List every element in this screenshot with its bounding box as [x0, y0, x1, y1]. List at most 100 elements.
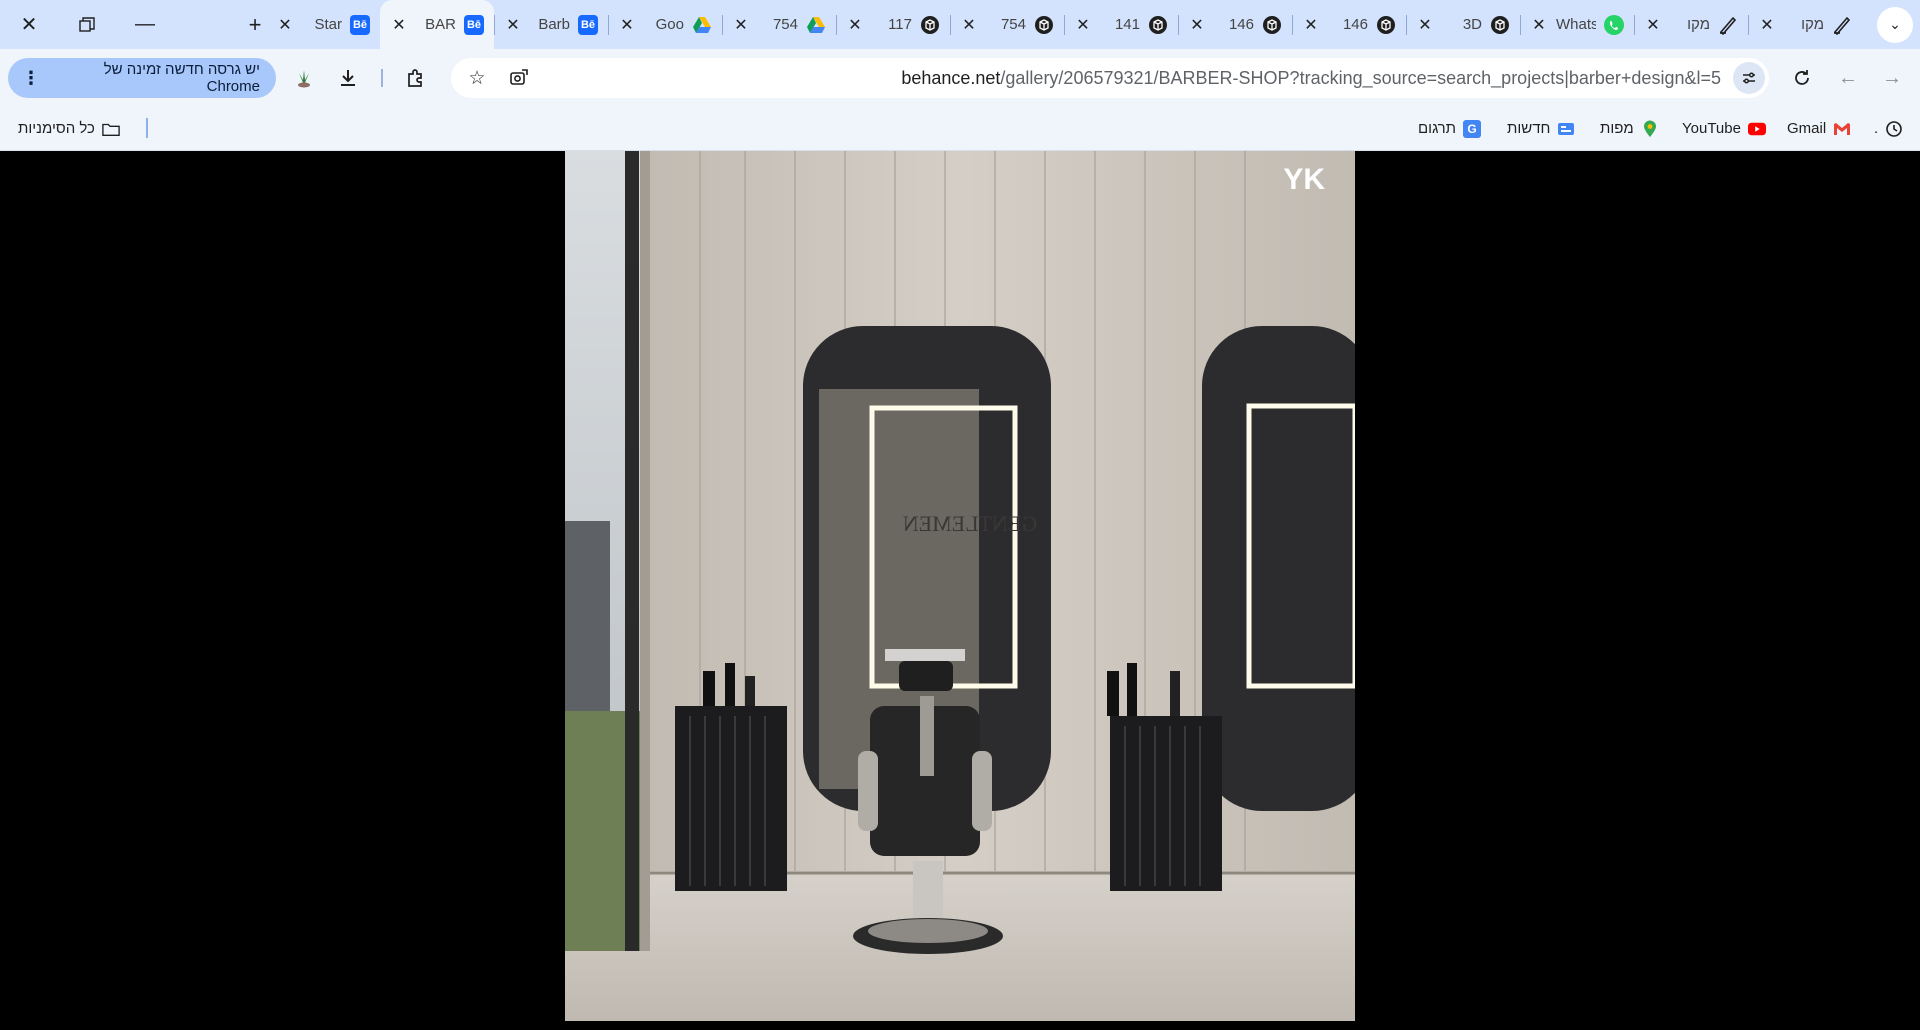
site-info-tune-icon[interactable] — [1733, 62, 1765, 94]
google-lens-icon[interactable] — [501, 60, 537, 96]
downloads-icon[interactable] — [330, 60, 366, 96]
toolbar-divider — [381, 69, 383, 87]
extensions-puzzle-icon[interactable] — [398, 60, 434, 96]
sketchfab-icon — [1376, 15, 1396, 35]
tab-title: מקו — [1687, 16, 1710, 33]
reload-icon[interactable] — [1784, 60, 1820, 96]
restore-window-icon[interactable] — [58, 0, 116, 49]
bookmark-gmail-label: Gmail — [1787, 120, 1827, 137]
folder-icon — [102, 120, 120, 138]
close-icon[interactable]: ✕ — [1758, 15, 1776, 35]
close-window-icon[interactable]: ✕ — [0, 0, 58, 49]
tab-list: מקו ✕ מקו ✕ WhatsApp ✕ 3D ✕ 146 ✕ 146 ✕ 141 ✕ 754 ✕ 117 ✕… — [240, 0, 1862, 49]
google-maps-icon — [1641, 120, 1659, 138]
close-icon[interactable]: ✕ — [960, 15, 978, 35]
drive-icon — [806, 15, 826, 35]
chrome-update-button[interactable]: יש גרסה חדשה זמינה של Chrome ⋮ — [8, 58, 276, 98]
tab[interactable]: WhatsApp ✕ — [1520, 0, 1634, 49]
mirror-logo-text: GENTLEMEN — [903, 511, 1038, 536]
close-icon[interactable]: ✕ — [1416, 15, 1434, 35]
tab-title: BAR — [425, 16, 456, 33]
bookmark-youtube[interactable]: YouTube — [1682, 106, 1766, 151]
sketchfab-icon — [1490, 15, 1510, 35]
tab-title: 141 — [1114, 16, 1140, 33]
bookmarks-divider — [146, 118, 148, 138]
behance-icon: Bē — [350, 14, 370, 35]
tab-title: 754 — [1000, 16, 1026, 33]
sketchfab-icon — [1148, 15, 1168, 35]
back-arrow-icon[interactable]: ← — [1830, 60, 1866, 96]
tab-active[interactable]: Bē BAR ✕ — [380, 0, 494, 49]
all-bookmarks-button[interactable]: כל הסימניות — [18, 106, 120, 151]
tab[interactable]: 754 ✕ — [722, 0, 836, 49]
bookmark-gmail[interactable]: Gmail — [1787, 106, 1851, 151]
minimize-window-icon[interactable]: — — [116, 0, 174, 49]
extension-aloe-icon[interactable] — [286, 60, 322, 96]
close-icon[interactable]: ✕ — [390, 15, 408, 35]
tab-title: 3D — [1462, 16, 1482, 33]
more-vert-icon: ⋮ — [22, 67, 40, 88]
drive-icon — [692, 15, 712, 35]
close-icon[interactable]: ✕ — [732, 15, 750, 35]
bookmark-news[interactable]: חדשות — [1507, 106, 1575, 151]
bookmark-translate-label: תרגום — [1418, 120, 1457, 137]
bookmark-maps-label: מפות — [1600, 120, 1634, 137]
sketchfab-icon — [1262, 15, 1282, 35]
tab[interactable]: 146 ✕ — [1292, 0, 1406, 49]
tab-title: Goo — [655, 16, 684, 33]
tab-title: Barb — [538, 16, 570, 33]
bookmark-dot-label: . — [1874, 120, 1879, 137]
all-bookmarks-label: כל הסימניות — [18, 120, 95, 137]
address-bar[interactable]: ☆ behance.net/gallery/206579321/BARBER-S… — [451, 58, 1769, 98]
tab[interactable]: 3D ✕ — [1406, 0, 1520, 49]
forward-arrow-icon[interactable]: → — [1874, 60, 1910, 96]
google-translate-icon: G — [1463, 119, 1482, 138]
sketchfab-icon — [1034, 15, 1054, 35]
bookmark-star-icon[interactable]: ☆ — [459, 60, 495, 96]
close-icon[interactable]: ✕ — [618, 15, 636, 35]
tab[interactable]: 117 ✕ — [836, 0, 950, 49]
page-content: GENTLEMEN YK — [0, 151, 1920, 1030]
tab-title: מקו — [1801, 16, 1824, 33]
bookmark-translate[interactable]: תרגום G — [1418, 106, 1482, 151]
tab[interactable]: Bē Barb ✕ — [494, 0, 608, 49]
gmail-icon — [1833, 120, 1851, 138]
close-icon[interactable]: ✕ — [1188, 15, 1206, 35]
tab[interactable]: 146 ✕ — [1178, 0, 1292, 49]
barber-shop-render-image: GENTLEMEN YK — [565, 151, 1355, 1021]
bookmark-news-label: חדשות — [1507, 120, 1551, 137]
tab-title: 754 — [772, 16, 798, 33]
tab-title: WhatsApp — [1556, 16, 1596, 33]
tab-title: 146 — [1342, 16, 1368, 33]
update-label: יש גרסה חדשה זמינה של Chrome — [103, 61, 260, 95]
close-icon[interactable]: ✕ — [1302, 15, 1320, 35]
url-text: behance.net/gallery/206579321/BARBER-SHO… — [901, 68, 1721, 88]
bookmark-dot[interactable]: . — [1874, 106, 1903, 151]
close-icon[interactable]: ✕ — [846, 15, 864, 35]
close-icon[interactable]: ✕ — [1644, 15, 1662, 35]
bookmark-maps[interactable]: מפות — [1600, 106, 1659, 151]
tab-title: 146 — [1228, 16, 1254, 33]
chevron-down-icon: ⌄ — [1877, 6, 1913, 43]
bookmarks-bar: כל הסימניות תרגום G חדשות מפות YouTube G… — [0, 106, 1920, 151]
studio-logo-mark: YK — [1283, 163, 1325, 196]
close-icon[interactable]: ✕ — [504, 15, 522, 35]
tab[interactable]: 754 ✕ — [950, 0, 1064, 49]
tab[interactable]: מקו ✕ — [1634, 0, 1748, 49]
barber-shop-illustration: GENTLEMEN YK — [565, 151, 1355, 1021]
behance-icon: Bē — [578, 14, 598, 35]
tab[interactable]: Bē Star ✕ — [266, 0, 380, 49]
youtube-icon — [1747, 120, 1766, 138]
close-icon[interactable]: ✕ — [1530, 15, 1548, 35]
tab[interactable]: 141 ✕ — [1064, 0, 1178, 49]
close-icon[interactable]: ✕ — [276, 15, 294, 35]
tab-search-button[interactable]: ⌄ — [1870, 0, 1920, 49]
tab[interactable]: מקו ✕ — [1748, 0, 1862, 49]
pen-icon — [1718, 15, 1738, 35]
tab-title: 117 — [888, 16, 912, 33]
tab[interactable]: Goo ✕ — [608, 0, 722, 49]
google-news-icon — [1557, 120, 1575, 138]
history-icon — [1885, 120, 1903, 138]
sketchfab-icon — [920, 15, 940, 35]
close-icon[interactable]: ✕ — [1074, 15, 1092, 35]
